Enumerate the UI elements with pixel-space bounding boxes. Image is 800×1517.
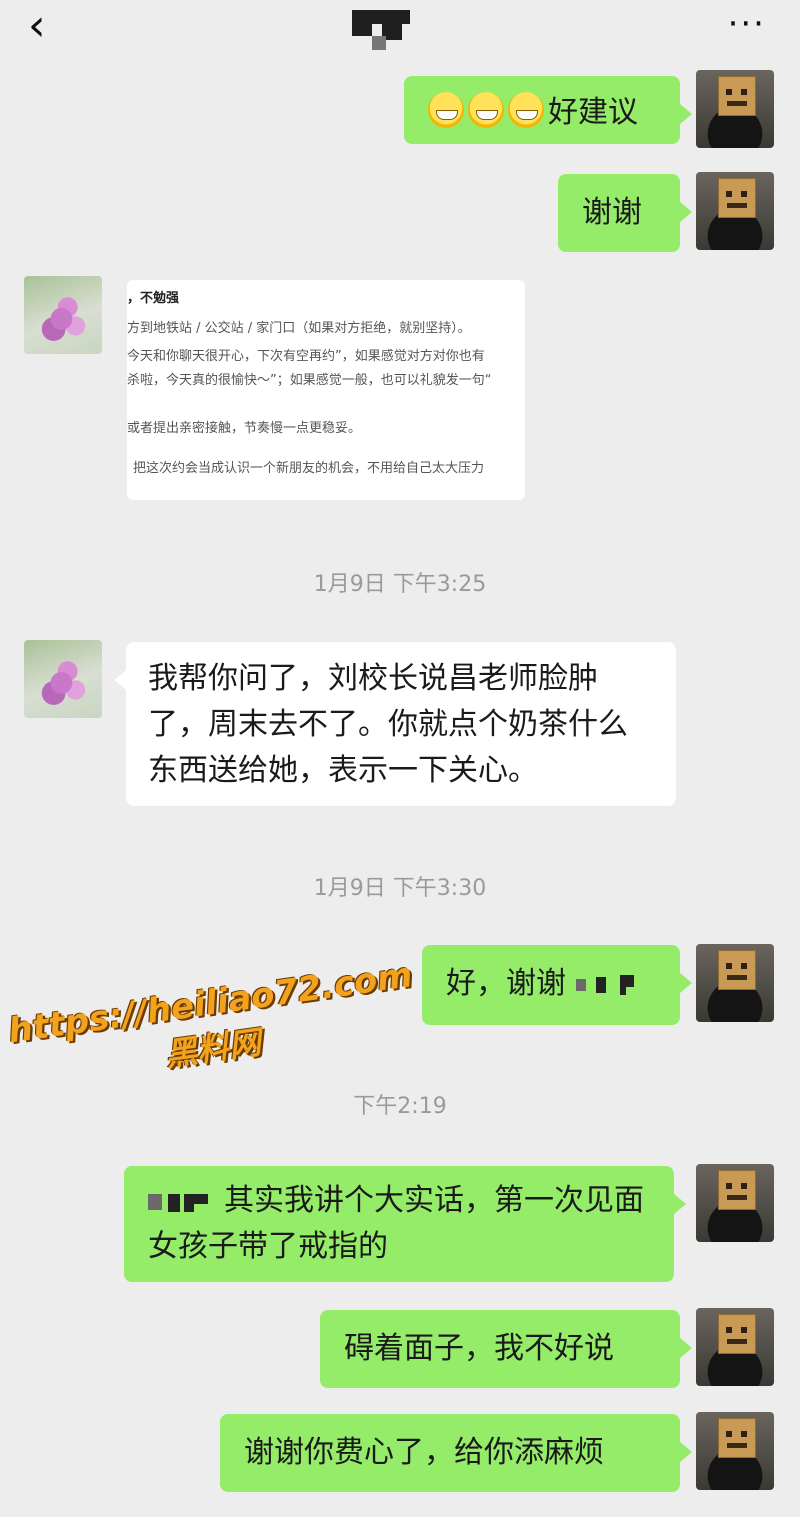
doc-line: 或者提出亲密接触，节奏慢一点更稳妥。 — [127, 421, 362, 436]
self-avatar[interactable] — [696, 1164, 774, 1242]
grin-emoji-icon — [468, 92, 504, 128]
message-text: 我帮你问了，刘校长说昌老师脸肿了，周末去不了。你就点个奶茶什么东西送给她，表示一… — [148, 661, 628, 788]
contact-avatar[interactable] — [24, 640, 102, 718]
doc-line: 杀啦，今天真的很愉快～”；如果感觉一般，也可以礼貌发一句“ — [127, 373, 492, 388]
chevron-left-icon[interactable]: ‹ — [28, 4, 46, 48]
message-bubble-sent[interactable]: 碍着面子，我不好说 — [320, 1310, 692, 1388]
pixelated-text — [148, 1190, 212, 1214]
self-avatar[interactable] — [696, 70, 774, 148]
top-bar: ‹ ··· — [0, 0, 800, 60]
message-text: 其实我讲个大实话，第一次见面女孩子带了戒指的 — [148, 1183, 644, 1264]
grin-emoji-icon — [428, 92, 464, 128]
doc-line: ，不勉强 — [127, 291, 180, 306]
message-bubble-sent[interactable]: 其实我讲个大实话，第一次见面女孩子带了戒指的 — [124, 1166, 686, 1282]
grin-emoji-icon — [508, 92, 544, 128]
doc-line: 把这次约会当成认识一个新朋友的机会，不用给自己太大压力 — [133, 461, 485, 476]
message-text: 好建议 — [548, 95, 638, 130]
shared-image-card[interactable]: ，不勉强 方到地铁站 / 公交站 / 家门口（如果对方拒绝，就别坚持）。 今天和… — [127, 280, 525, 500]
self-avatar[interactable] — [696, 1412, 774, 1490]
timestamp: 1月9日 下午3:30 — [313, 876, 487, 901]
doc-line: 今天和你聊天很开心，下次有空再约”，如果感觉对方对你也有 — [127, 349, 485, 364]
message-bubble-sent[interactable]: 好，谢谢 — [422, 945, 692, 1025]
message-text: 谢谢你费心了，给你添麻烦 — [244, 1435, 604, 1470]
self-avatar[interactable] — [696, 172, 774, 250]
contact-name-pixelated — [352, 10, 410, 50]
timestamp: 1月9日 下午3:25 — [313, 572, 487, 597]
message-text: 谢谢 — [582, 195, 642, 230]
contact-avatar[interactable] — [24, 276, 102, 354]
message-bubble-received[interactable]: 我帮你问了，刘校长说昌老师脸肿了，周末去不了。你就点个奶茶什么东西送给她，表示一… — [114, 642, 676, 806]
pixelated-text — [575, 973, 636, 997]
self-avatar[interactable] — [696, 1308, 774, 1386]
message-text: 碍着面子，我不好说 — [344, 1331, 614, 1366]
self-avatar[interactable] — [696, 944, 774, 1022]
message-bubble-sent[interactable]: 谢谢你费心了，给你添麻烦 — [220, 1414, 692, 1492]
message-bubble-sent[interactable]: 谢谢 — [558, 174, 692, 252]
message-text: 好，谢谢 — [446, 966, 566, 1001]
timestamp: 下午2:19 — [353, 1094, 447, 1119]
doc-line: 方到地铁站 / 公交站 / 家门口（如果对方拒绝，就别坚持）。 — [127, 321, 471, 336]
more-options-button[interactable]: ··· — [728, 4, 766, 44]
message-bubble-sent[interactable]: 好建议 — [404, 76, 692, 144]
site-watermark: https://heiliao72.com 黑料网 — [6, 955, 415, 1097]
